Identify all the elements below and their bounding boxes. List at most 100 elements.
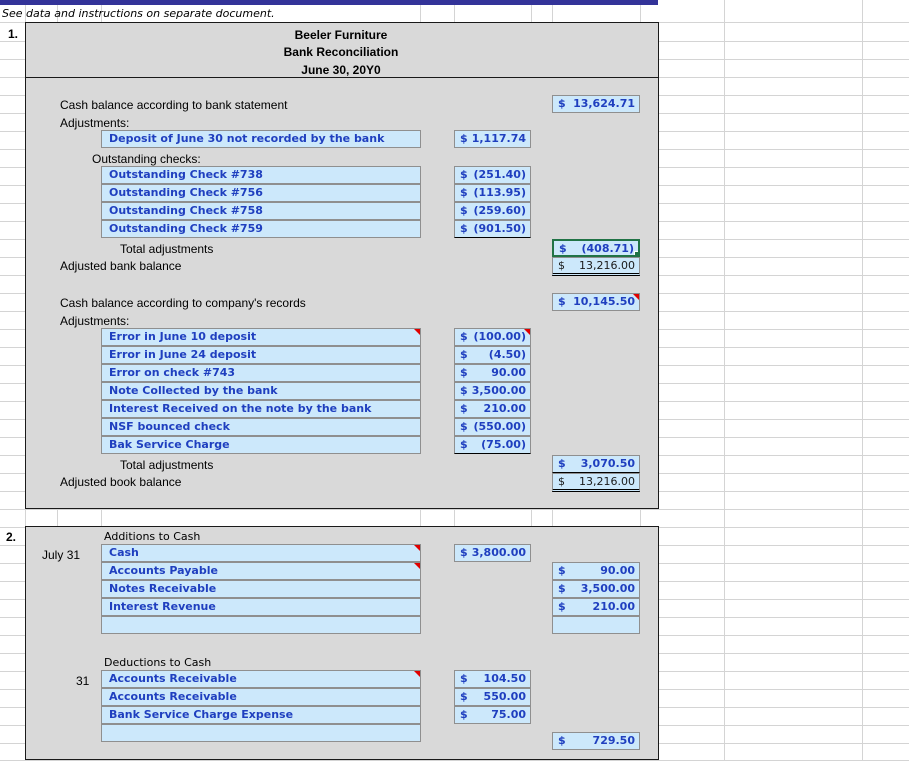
book-adjustment-label-field[interactable]: Error on check #743	[101, 364, 421, 382]
comment-indicator[interactable]	[414, 671, 420, 677]
adjusted-bank-balance-value: 13,216.00	[579, 259, 635, 272]
adjusted-book-balance-field[interactable]: $ 13,216.00	[552, 473, 640, 492]
book-adjustments-label: Adjustments:	[60, 314, 130, 328]
comment-indicator[interactable]	[633, 294, 639, 300]
book-adjustment-amount-value: 3,500.00	[471, 384, 526, 397]
bank-balance-field[interactable]: $ 13,624.71	[552, 95, 640, 113]
book-balance-label: Cash balance according to company's reco…	[60, 296, 306, 310]
additions-debit-value: 3,800.00	[471, 546, 526, 559]
book-adjustment-label-field[interactable]: Error in June 24 deposit	[101, 346, 421, 364]
part-2-label: 2.	[6, 530, 17, 544]
comment-indicator[interactable]	[524, 329, 530, 335]
book-adjustment-amount-field[interactable]: $ (4.50)	[454, 346, 531, 364]
outstanding-check-amount-field[interactable]: $ (251.40)	[454, 166, 531, 184]
additions-account-field[interactable]: Notes Receivable	[101, 580, 421, 598]
book-adjustment-amount-value: (4.50)	[488, 348, 526, 361]
book-adjustment-amount-field[interactable]: $ (550.00)	[454, 418, 531, 436]
deposit-amount-field[interactable]: $ 1,117.74	[454, 130, 531, 148]
currency-symbol: $	[460, 708, 468, 721]
book-total-adjustments-field[interactable]: $ 3,070.50	[552, 455, 640, 473]
outstanding-check-amount-value: (251.40)	[473, 168, 526, 181]
outstanding-check-amount-field[interactable]: $ (113.95)	[454, 184, 531, 202]
instructions-note: See data and instructions on separate do…	[2, 7, 275, 20]
currency-symbol: $	[460, 438, 468, 451]
book-adjustment-label-field[interactable]: Note Collected by the bank	[101, 382, 421, 400]
book-adjustment-label-field[interactable]: NSF bounced check	[101, 418, 421, 436]
deductions-debit-value: 550.00	[483, 690, 526, 703]
outstanding-check-amount-value: (901.50)	[473, 222, 526, 235]
currency-symbol: $	[558, 97, 566, 110]
deductions-account-field[interactable]	[101, 724, 421, 742]
book-adjustment-amount-value: (550.00)	[473, 420, 526, 433]
book-adjustment-amount-field[interactable]: $210.00	[454, 400, 531, 418]
book-adjustment-label-field[interactable]: Error in June 10 deposit	[101, 328, 421, 346]
book-adjustment-amount-field[interactable]: $3,500.00	[454, 382, 531, 400]
deductions-debit-field[interactable]: $104.50	[454, 670, 531, 688]
outstanding-check-amount-field[interactable]: $ (259.60)	[454, 202, 531, 220]
outstanding-check-label-field[interactable]: Outstanding Check #759	[101, 220, 421, 238]
outstanding-check-label-field[interactable]: Outstanding Check #758	[101, 202, 421, 220]
additions-account-field[interactable]	[101, 616, 421, 634]
deductions-account-field[interactable]: Accounts Receivable	[101, 670, 421, 688]
comment-indicator[interactable]	[414, 545, 420, 551]
deposit-label-field[interactable]: Deposit of June 30 not recorded by the b…	[101, 130, 421, 148]
outstanding-check-label-field[interactable]: Outstanding Check #738	[101, 166, 421, 184]
currency-symbol: $	[460, 348, 468, 361]
deductions-debit-field[interactable]: $75.00	[454, 706, 531, 724]
adjusted-bank-balance-label: Adjusted bank balance	[60, 259, 182, 273]
additions-credit-field[interactable]: $3,500.00	[552, 580, 640, 598]
additions-credit-value: 3,500.00	[580, 582, 635, 595]
currency-symbol: $	[460, 330, 468, 343]
additions-credit-field[interactable]	[552, 616, 640, 634]
company-name: Beeler Furniture	[294, 28, 388, 42]
currency-symbol: $	[460, 204, 468, 217]
additions-title: Additions to Cash	[104, 530, 201, 543]
comment-indicator[interactable]	[414, 563, 420, 569]
outstanding-check-amount-field[interactable]: $ (901.50)	[454, 220, 531, 238]
deductions-account-field[interactable]: Accounts Receivable	[101, 688, 421, 706]
comment-indicator[interactable]	[414, 329, 420, 335]
deductions-account-field[interactable]: Bank Service Charge Expense	[101, 706, 421, 724]
deductions-credit-field[interactable]: $729.50	[552, 732, 640, 750]
additions-date-day: 31	[66, 548, 81, 562]
additions-account-field[interactable]: Interest Revenue	[101, 598, 421, 616]
book-adjustment-amount-field[interactable]: $ (100.00)	[454, 328, 531, 346]
currency-symbol: $	[558, 475, 565, 488]
currency-symbol: $	[558, 259, 565, 272]
book-adjustment-label-field[interactable]: Interest Received on the note by the ban…	[101, 400, 421, 418]
book-adjustment-label-field[interactable]: Bak Service Charge	[101, 436, 421, 454]
currency-symbol: $	[558, 600, 566, 613]
outstanding-check-label-field[interactable]: Outstanding Check #756	[101, 184, 421, 202]
currency-symbol: $	[558, 564, 566, 577]
deductions-debit-value: 75.00	[491, 708, 526, 721]
book-balance-value: 10,145.50	[573, 295, 635, 308]
deductions-debit-field[interactable]: $550.00	[454, 688, 531, 706]
adjusted-bank-balance-field[interactable]: $ 13,216.00	[552, 257, 640, 276]
currency-symbol: $	[460, 672, 468, 685]
currency-symbol: $	[460, 168, 468, 181]
book-balance-field[interactable]: $ 10,145.50	[552, 293, 640, 311]
bank-balance-value: 13,624.71	[573, 97, 635, 110]
bank-balance-label: Cash balance according to bank statement	[60, 98, 288, 112]
outstanding-check-amount-value: (259.60)	[473, 204, 526, 217]
book-adjustment-amount-field[interactable]: $ (75.00)	[454, 436, 531, 454]
additions-credit-value: 90.00	[600, 564, 635, 577]
deductions-debit-value: 104.50	[483, 672, 526, 685]
bank-total-adjustments-field[interactable]: $ (408.71)	[552, 239, 640, 257]
additions-date: July 31	[42, 548, 80, 562]
outstanding-checks-label: Outstanding checks:	[92, 152, 201, 166]
currency-symbol: $	[460, 690, 468, 703]
additions-account-field[interactable]: Cash	[101, 544, 421, 562]
additions-account-field[interactable]: Accounts Payable	[101, 562, 421, 580]
currency-symbol: $	[558, 582, 566, 595]
additions-credit-field[interactable]: $210.00	[552, 598, 640, 616]
additions-credit-field[interactable]: $90.00	[552, 562, 640, 580]
book-total-adjustments-value: 3,070.50	[580, 457, 635, 470]
additions-debit-field[interactable]: $3,800.00	[454, 544, 531, 562]
currency-symbol: $	[460, 546, 468, 559]
bank-total-adjustments-label: Total adjustments	[120, 242, 214, 256]
report-title: Bank Reconciliation	[283, 45, 399, 59]
book-adjustment-amount-field[interactable]: $90.00	[454, 364, 531, 382]
book-total-adjustments-label: Total adjustments	[120, 458, 214, 472]
bank-adjustments-label: Adjustments:	[60, 116, 130, 130]
